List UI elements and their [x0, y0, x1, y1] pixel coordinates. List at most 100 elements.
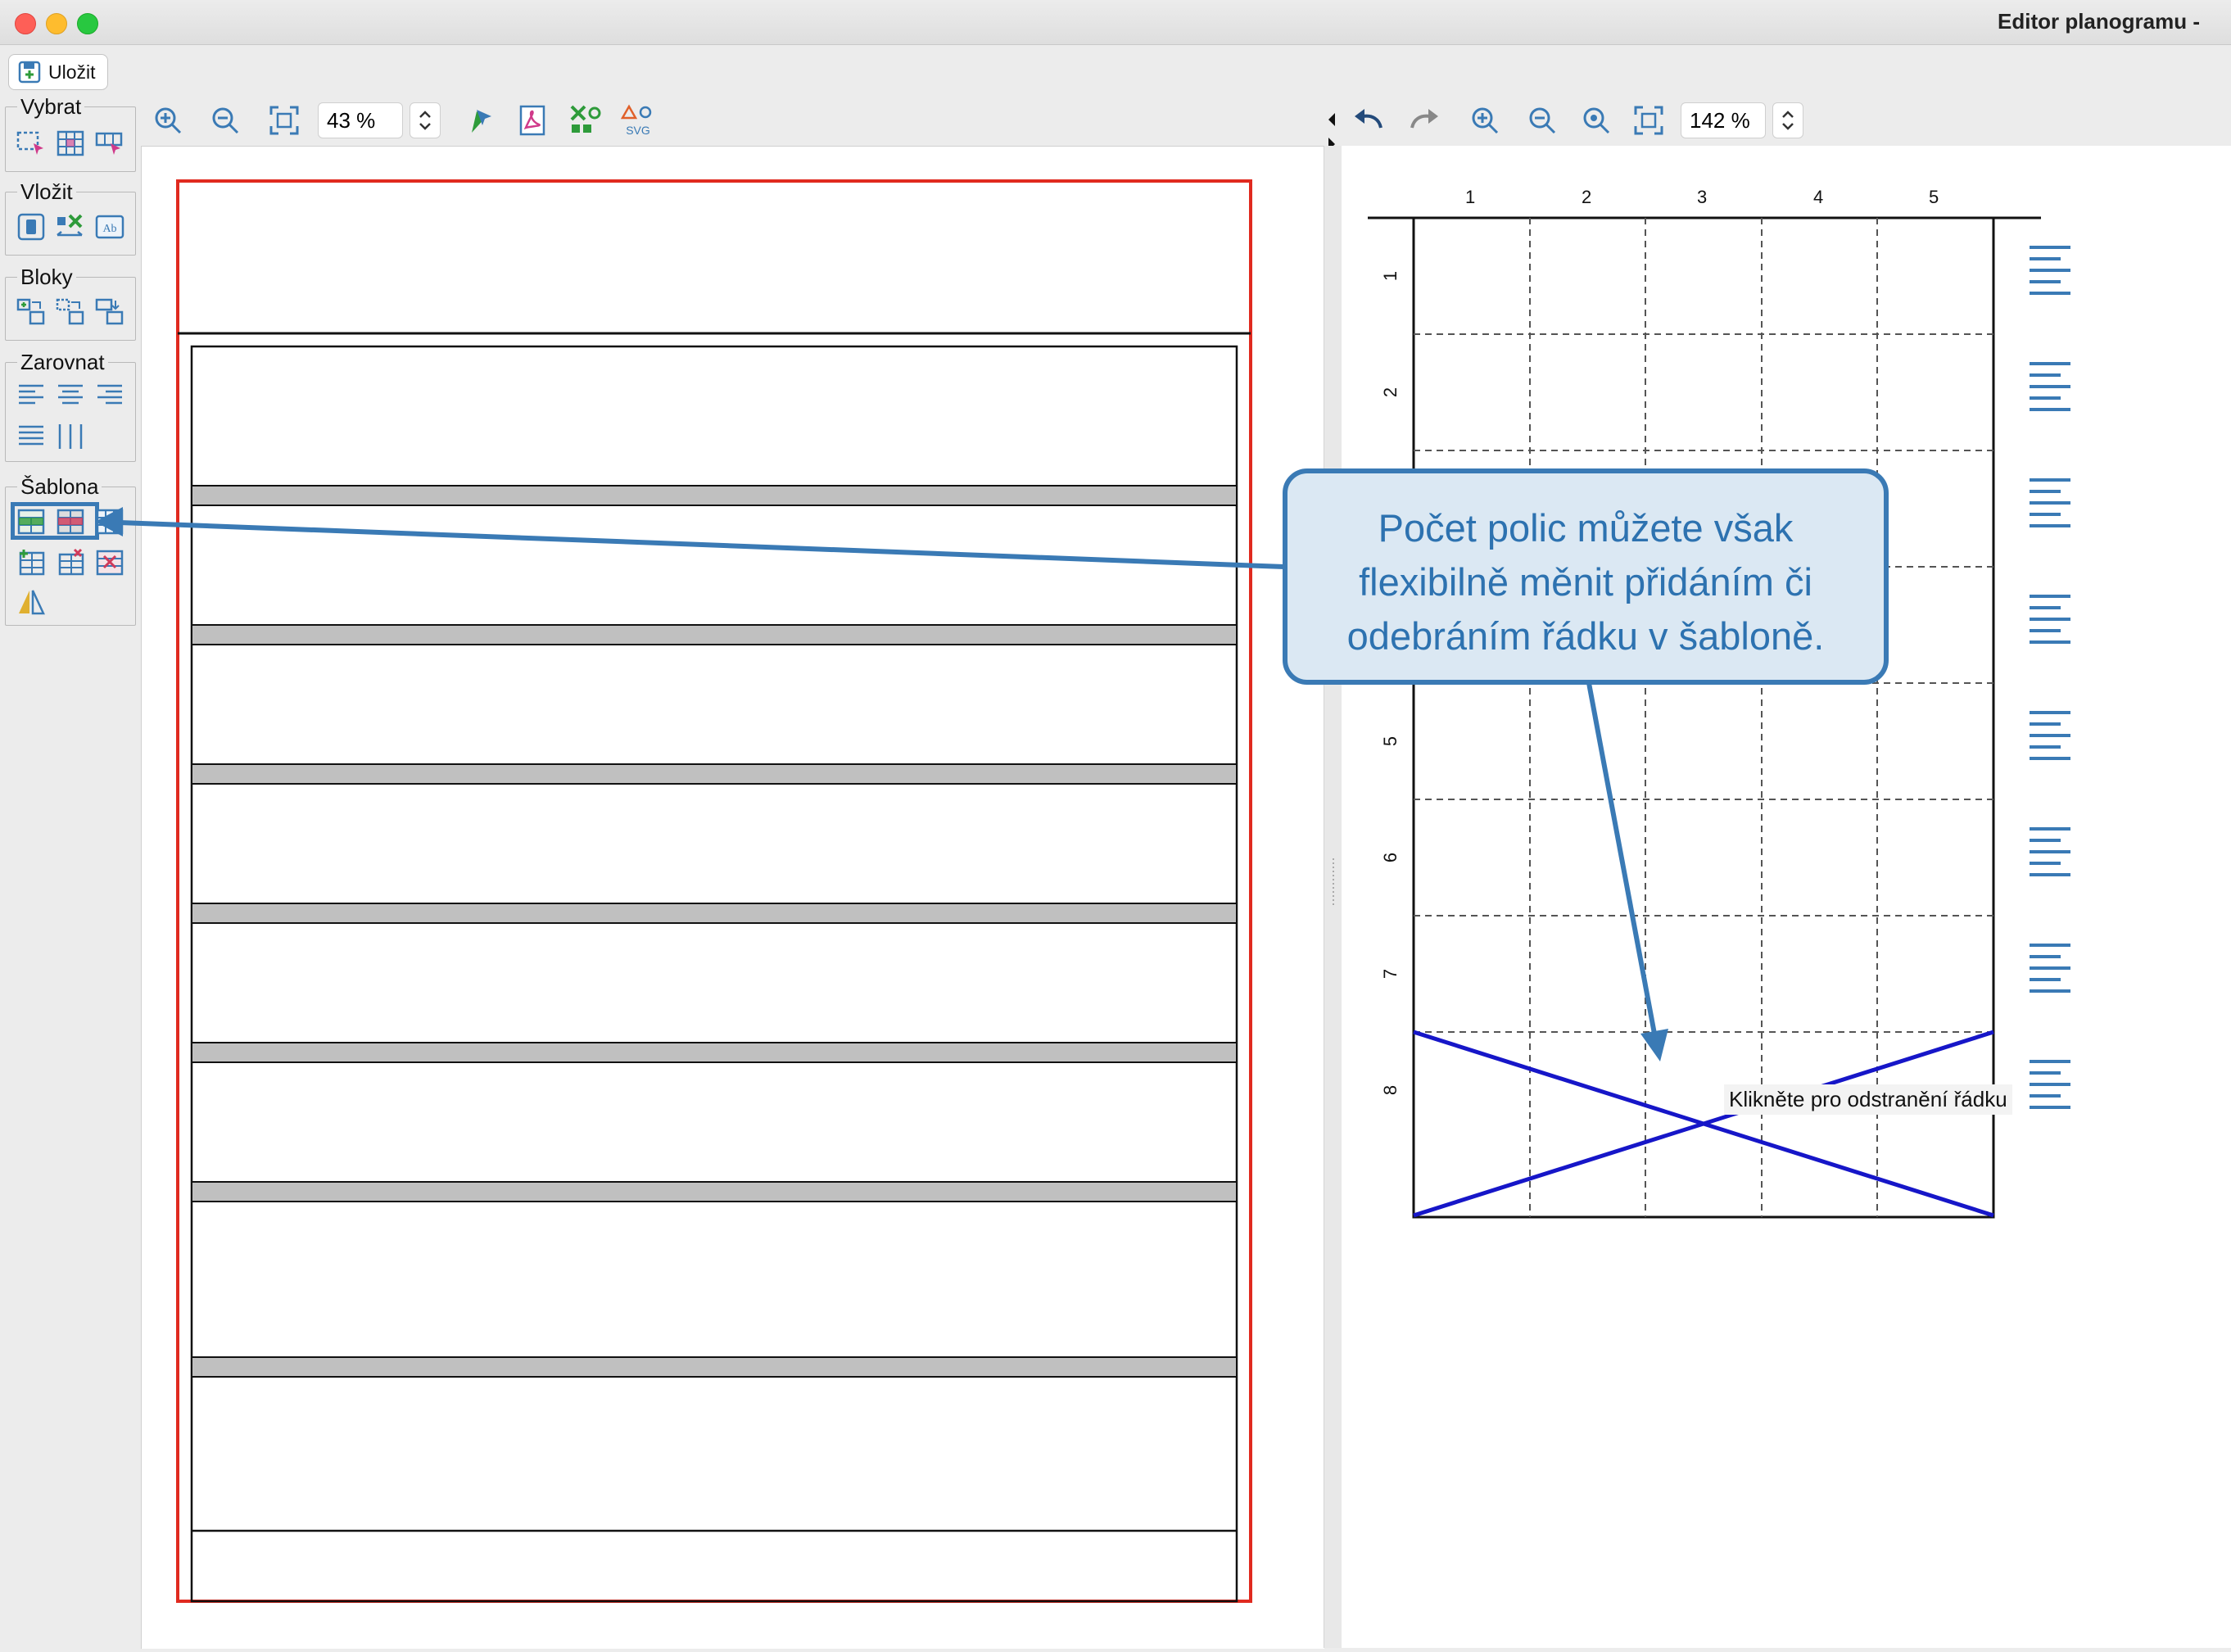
svg-text:SVG: SVG — [626, 124, 650, 137]
zoom-window-button[interactable] — [77, 13, 98, 34]
row-align-icon — [2030, 362, 2070, 411]
minimize-window-button[interactable] — [46, 13, 67, 34]
row-label: 1 — [1380, 270, 1401, 282]
shelf — [191, 763, 1238, 785]
insert-product-icon[interactable] — [16, 212, 47, 242]
row-align-icons — [2030, 246, 2070, 1109]
template-canvas[interactable]: 1 2 3 4 5 1 2 3 4 5 6 7 8 — [1342, 146, 2231, 1648]
shelf — [191, 903, 1238, 924]
template-delete-row-icon[interactable] — [55, 507, 86, 536]
window-title: Editor planogramu - — [1998, 9, 2200, 34]
close-window-button[interactable] — [15, 13, 36, 34]
callout-bubble: Počet polic můžete však flexibilně měnit… — [1283, 468, 1889, 685]
group-vlozit: Vložit Ab — [5, 179, 136, 256]
grid-border — [1412, 216, 1995, 1219]
align-justify-icon[interactable] — [16, 422, 47, 451]
save-button-label: Uložit — [48, 61, 96, 83]
group-label-vlozit: Vložit — [17, 179, 76, 205]
row-align-icon — [2030, 1060, 2070, 1109]
select-rect-icon[interactable] — [16, 129, 47, 158]
insert-placeholder-icon[interactable] — [55, 212, 86, 242]
select-tool-icon[interactable] — [464, 103, 498, 138]
title-bar: Editor planogramu - — [0, 0, 2231, 45]
shelf — [191, 485, 1238, 506]
delete-row-cross — [1413, 1030, 1994, 1218]
block-add-icon[interactable] — [16, 297, 47, 327]
block-move-icon[interactable] — [55, 297, 86, 327]
chevron-updown-icon — [419, 111, 431, 130]
column-label: 3 — [1697, 187, 1708, 207]
template-grid-remove-icon[interactable] — [55, 548, 86, 577]
template-grid — [1368, 216, 2070, 1219]
template-grid-add-icon[interactable] — [16, 548, 47, 577]
align-right-icon[interactable] — [94, 381, 125, 410]
fit-icon[interactable] — [1631, 103, 1666, 138]
column-label: 1 — [1465, 187, 1476, 207]
template-add-row-icon[interactable] — [16, 507, 47, 536]
block-remove-icon[interactable] — [94, 297, 125, 327]
redo-icon[interactable] — [1407, 103, 1441, 138]
group-vybrat: Vybrat — [5, 94, 136, 172]
zoom-in-icon[interactable] — [1468, 103, 1502, 138]
row-align-icon — [2030, 478, 2070, 527]
left-zoom-stepper[interactable] — [410, 102, 441, 138]
row-align-icon — [2030, 595, 2070, 644]
group-label-sablona: Šablona — [17, 474, 102, 500]
row-label: 5 — [1380, 735, 1401, 747]
group-label-vybrat: Vybrat — [17, 94, 85, 120]
row-label: 7 — [1380, 968, 1401, 980]
align-columns-icon[interactable] — [55, 422, 86, 451]
row-label: 8 — [1380, 1084, 1401, 1096]
row-align-icon — [2030, 246, 2070, 295]
grid-columns — [1529, 218, 1878, 1217]
template-delete-icon[interactable] — [94, 548, 125, 577]
svg-text:Ab: Ab — [102, 223, 116, 235]
row-label: 2 — [1380, 387, 1401, 398]
zoom-out-icon[interactable] — [1525, 103, 1559, 138]
shelf — [191, 1042, 1238, 1063]
template-add-column-icon[interactable] — [94, 507, 125, 536]
select-grid-icon[interactable] — [55, 129, 86, 158]
planogram-drawing — [176, 179, 1252, 1603]
right-zoom-stepper[interactable] — [1772, 102, 1803, 138]
planogram-canvas[interactable] — [141, 146, 1324, 1649]
align-left-icon[interactable] — [16, 381, 47, 410]
planogram-frame — [176, 179, 1252, 1603]
row-align-icon — [2030, 944, 2070, 993]
undo-icon[interactable] — [1351, 103, 1386, 138]
mirror-icon[interactable] — [16, 587, 47, 617]
pdf-export-icon[interactable] — [516, 103, 550, 138]
select-columns-icon[interactable] — [94, 129, 125, 158]
svg-export-icon[interactable]: SVG — [621, 103, 655, 138]
drag-handle-icon — [1333, 858, 1334, 907]
group-bloky: Bloky — [5, 265, 136, 341]
chevron-updown-icon — [1782, 111, 1794, 130]
row-align-icon — [2030, 711, 2070, 760]
right-zoom-input[interactable]: 142 % — [1681, 102, 1766, 138]
shelf — [191, 1181, 1238, 1202]
save-button[interactable]: Uložit — [8, 54, 108, 90]
callout-line: odebráním řádku v šabloně. — [1346, 614, 1825, 658]
excel-export-icon[interactable] — [568, 103, 603, 138]
column-label: 2 — [1582, 187, 1592, 207]
save-icon — [18, 61, 41, 84]
group-sablona: Šablona — [5, 474, 136, 626]
left-zoom-value: 43 % — [327, 107, 376, 133]
zoom-in-icon[interactable] — [151, 103, 185, 138]
align-center-icon[interactable] — [55, 381, 86, 410]
row-label: 6 — [1380, 852, 1401, 863]
row-align-icon — [2030, 827, 2070, 876]
column-label: 4 — [1813, 187, 1824, 207]
zoom-out-icon[interactable] — [208, 103, 242, 138]
group-label-zarovnat: Zarovnat — [17, 350, 108, 375]
right-zoom-value: 142 % — [1690, 107, 1750, 133]
group-label-bloky: Bloky — [17, 265, 76, 290]
fit-icon[interactable] — [267, 103, 301, 138]
delete-row-tooltip: Klikněte pro odstranění řádku — [1724, 1084, 2012, 1115]
column-label: 5 — [1929, 187, 1939, 207]
left-zoom-input[interactable]: 43 % — [318, 102, 403, 138]
insert-text-icon[interactable]: Ab — [94, 212, 125, 242]
callout-line: flexibilně měnit přidáním či — [1359, 560, 1812, 604]
zoom-actual-icon[interactable] — [1579, 103, 1613, 138]
split-divider[interactable] — [1324, 146, 1343, 1648]
